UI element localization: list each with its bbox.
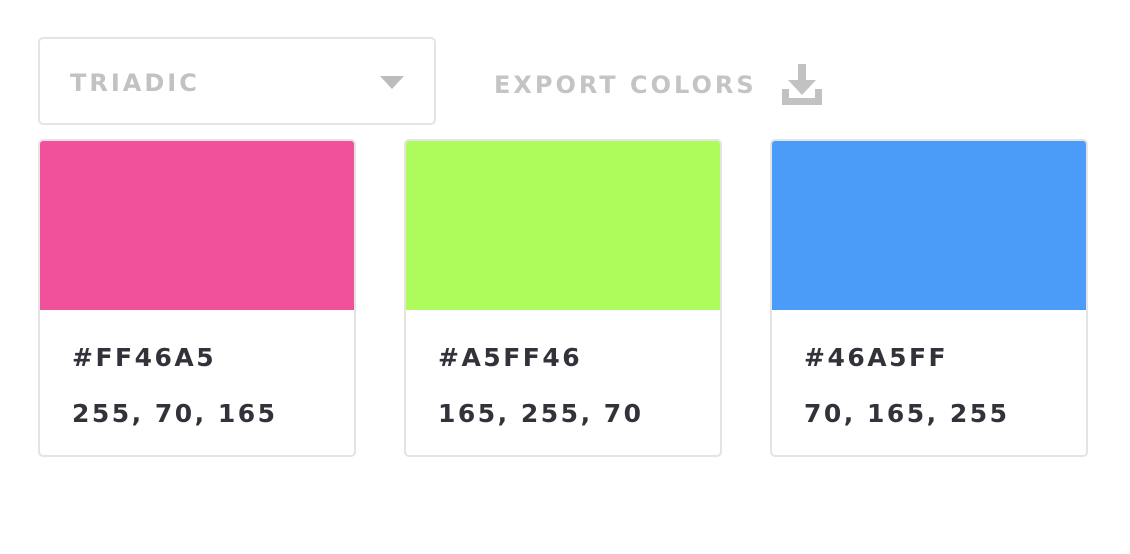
color-card: #46A5FF 70, 165, 255 xyxy=(770,139,1088,457)
color-swatch[interactable] xyxy=(40,141,354,310)
color-scheme-dropdown[interactable]: TRIADIC xyxy=(38,37,436,125)
color-scheme-selected-value: TRIADIC xyxy=(70,69,200,97)
color-card: #A5FF46 165, 255, 70 xyxy=(404,139,722,457)
rgb-value: 255, 70, 165 xyxy=(72,399,278,428)
rgb-value: 165, 255, 70 xyxy=(438,399,644,428)
color-swatch[interactable] xyxy=(406,141,720,310)
export-colors-label: EXPORT COLORS xyxy=(494,71,757,99)
color-card: #FF46A5 255, 70, 165 xyxy=(38,139,356,457)
hex-value: #A5FF46 xyxy=(438,343,583,372)
export-colors-button[interactable]: EXPORT COLORS xyxy=(494,60,825,110)
hex-value: #46A5FF xyxy=(804,343,949,372)
chevron-down-icon[interactable] xyxy=(380,76,404,89)
hex-value: #FF46A5 xyxy=(72,343,217,372)
rgb-value: 70, 165, 255 xyxy=(804,399,1010,428)
color-swatch[interactable] xyxy=(772,141,1086,310)
download-icon[interactable] xyxy=(779,62,825,108)
